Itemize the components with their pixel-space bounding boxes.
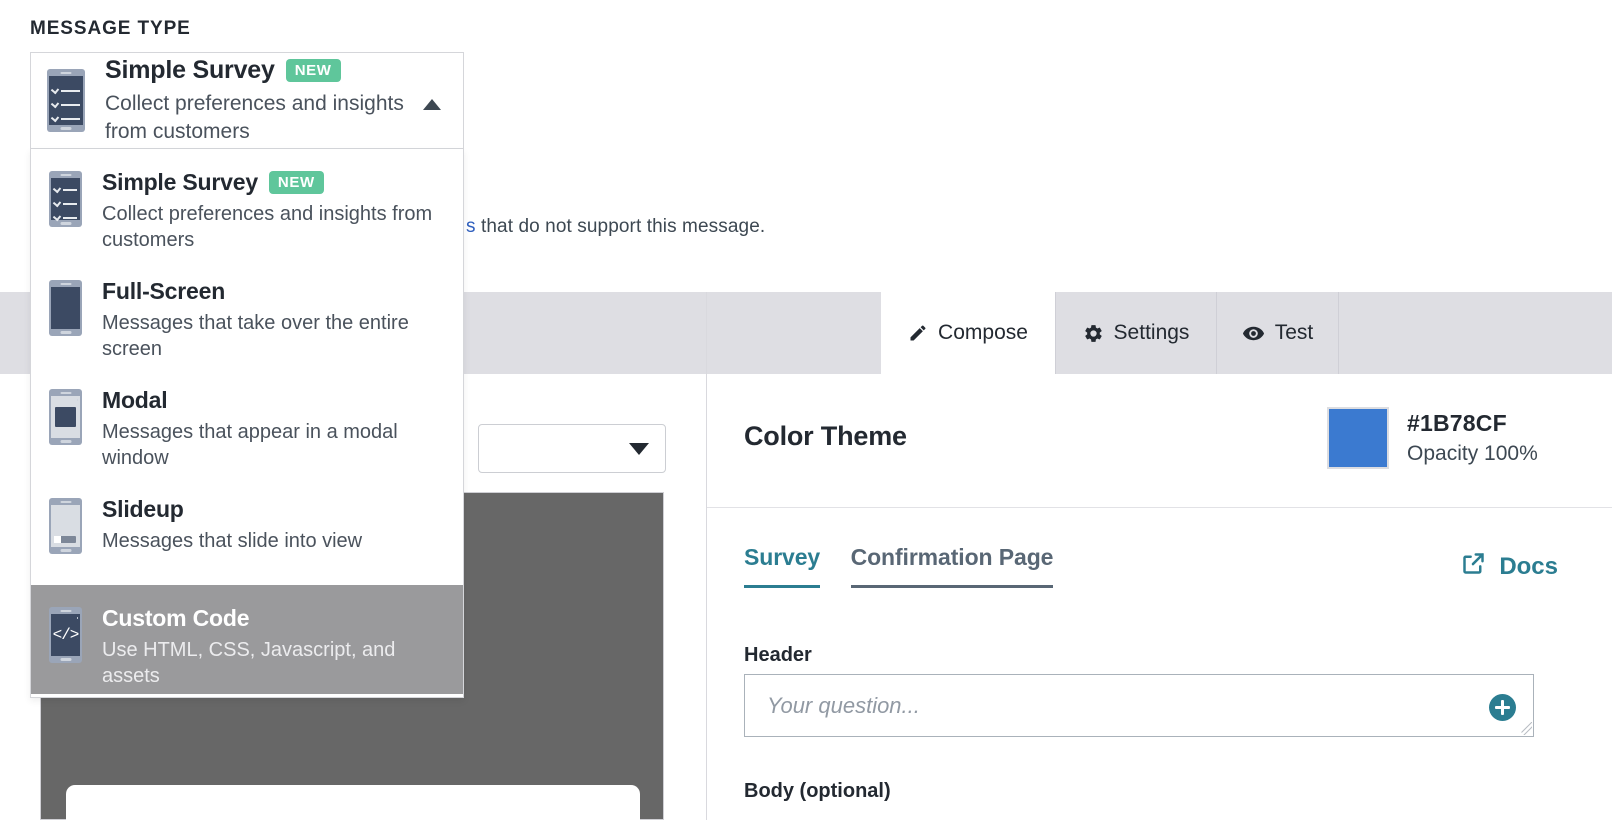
unsupported-notice-link[interactable]: s [466, 216, 476, 237]
subtab-confirmation-page[interactable]: Confirmation Page [851, 544, 1054, 588]
content-subtabs: Survey Confirmation Page [744, 544, 1053, 588]
phone-fullscreen-icon [49, 280, 82, 336]
option-description: Messages that slide into view [102, 528, 362, 554]
option-title: Full-Screen [102, 278, 225, 305]
eye-icon [1242, 322, 1265, 345]
phone-slideup-icon [49, 498, 82, 554]
caret-up-icon[interactable] [423, 99, 441, 110]
header-input-placeholder: Your question... [767, 693, 920, 719]
color-opacity-value: Opacity 100% [1407, 442, 1538, 466]
color-theme-title: Color Theme [744, 421, 907, 452]
docs-link[interactable]: Docs [1460, 550, 1558, 584]
option-description: Use HTML, CSS, Javascript, and assets [102, 637, 445, 690]
tab-test-label: Test [1275, 321, 1314, 345]
message-type-option-simple-survey[interactable]: Simple Survey NEW Collect preferences an… [31, 149, 463, 258]
unsupported-notice: s that do not support this message. [466, 216, 765, 238]
phone-survey-icon [47, 69, 85, 132]
body-field-label: Body (optional) [744, 780, 891, 803]
message-type-option-modal[interactable]: Modal Messages that appear in a modal wi… [31, 367, 463, 476]
color-theme-row: Color Theme #1B78CF Opacity 100% [707, 374, 1612, 508]
tab-settings-label: Settings [1114, 321, 1190, 345]
message-type-option-slideup[interactable]: Slideup Messages that slide into view [31, 476, 463, 585]
message-type-section-label: MESSAGE TYPE [30, 18, 191, 40]
option-description: Messages that appear in a modal window [102, 419, 445, 472]
message-type-selected-box[interactable]: Simple Survey NEW Collect preferences an… [30, 52, 464, 149]
plus-circle-icon[interactable] [1489, 694, 1516, 721]
tab-compose-label: Compose [938, 321, 1028, 345]
phone-survey-icon [49, 171, 82, 227]
resize-grip-icon[interactable] [1519, 722, 1532, 735]
option-title: Custom Code [102, 605, 249, 632]
tab-test[interactable]: Test [1217, 292, 1339, 374]
unsupported-notice-text: that do not support this message. [476, 216, 766, 237]
gear-icon [1083, 323, 1104, 344]
docs-label: Docs [1499, 553, 1558, 581]
app-screen: s that do not support this message. Comp… [0, 0, 1612, 820]
header-field[interactable]: Your question... [744, 674, 1534, 737]
left-panel-select[interactable] [478, 424, 666, 473]
color-hex-value: #1B78CF [1407, 410, 1507, 437]
tab-settings[interactable]: Settings [1056, 292, 1217, 374]
preview-message-card [66, 785, 640, 820]
phone-modal-icon [49, 389, 82, 445]
phone-code-icon: </> [49, 607, 82, 663]
message-type-option-custom-code[interactable]: </> Custom Code Use HTML, CSS, Javascrip… [31, 585, 463, 694]
option-title: Simple Survey [102, 169, 258, 196]
message-type-option-full-screen[interactable]: Full-Screen Messages that take over the … [31, 258, 463, 367]
selected-type-title: Simple Survey [105, 56, 275, 85]
color-swatch[interactable] [1327, 407, 1389, 469]
header-field-label: Header [744, 644, 812, 667]
pencil-icon [908, 323, 928, 343]
selected-type-description: Collect preferences and insights from cu… [105, 90, 425, 145]
new-badge: NEW [269, 171, 324, 194]
external-link-icon [1460, 550, 1487, 584]
option-title: Slideup [102, 496, 184, 523]
option-description: Collect preferences and insights from cu… [102, 201, 442, 254]
subtab-survey[interactable]: Survey [744, 544, 820, 588]
compose-tabs-strip: Compose Settings Test [707, 292, 1612, 374]
new-badge: NEW [286, 59, 341, 82]
tab-compose[interactable]: Compose [881, 292, 1056, 374]
compose-panel: Color Theme #1B78CF Opacity 100% Survey … [707, 374, 1612, 820]
option-title: Modal [102, 387, 167, 414]
option-description: Messages that take over the entire scree… [102, 310, 445, 363]
message-type-dropdown: Simple Survey NEW Collect preferences an… [30, 149, 464, 698]
chevron-down-icon [629, 443, 649, 455]
